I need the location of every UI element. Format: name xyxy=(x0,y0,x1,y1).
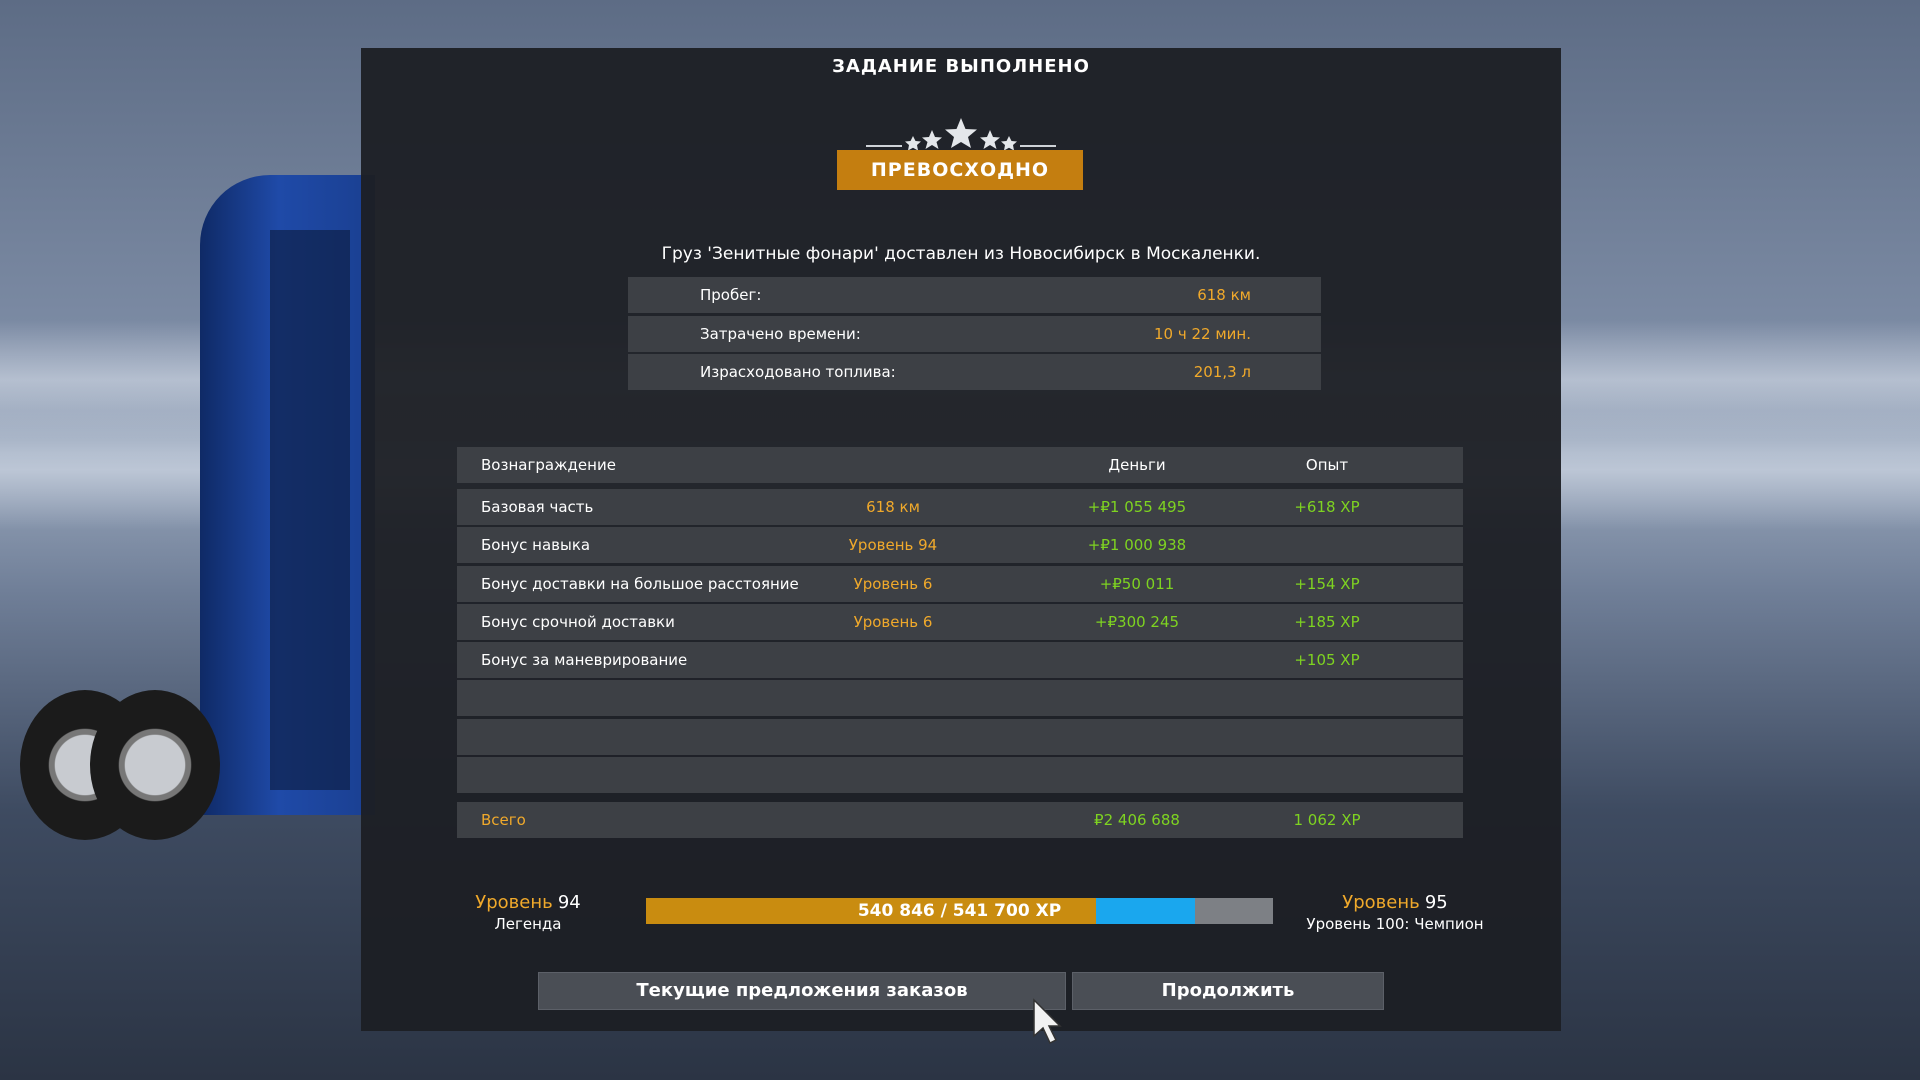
stat-value: 201,3 л xyxy=(1193,363,1251,381)
reward-xp: +154 XP xyxy=(1294,575,1360,593)
total-xp: 1 062 XP xyxy=(1293,811,1361,829)
table-row-empty xyxy=(457,719,1463,755)
job-offers-button[interactable]: Текущие предложения заказов xyxy=(538,972,1066,1010)
current-level: Уровень 94 Легенда xyxy=(470,892,586,933)
truck-wheel xyxy=(90,690,220,840)
truck-window-shadow xyxy=(270,230,350,790)
stat-row-time: Затрачено времени: 10 ч 22 мин. xyxy=(628,316,1321,352)
next-milestone: Уровень 100: Чемпион xyxy=(1306,915,1484,933)
header-money: Деньги xyxy=(1108,456,1166,474)
reward-xp: +185 XP xyxy=(1294,613,1360,631)
header-xp: Опыт xyxy=(1305,456,1349,474)
table-row-total: Всего ₽2 406 688 1 062 XP xyxy=(457,802,1463,838)
reward-name: Бонус за маневрирование xyxy=(481,651,688,669)
stat-value: 618 км xyxy=(1197,286,1251,304)
rating-stars-icon xyxy=(866,118,1056,151)
stat-label: Затрачено времени: xyxy=(700,325,861,343)
stat-label: Пробег: xyxy=(700,286,762,304)
table-row-empty xyxy=(457,757,1463,793)
table-row: Бонус срочной доставки Уровень 6 +₽300 2… xyxy=(457,604,1463,640)
table-row-empty xyxy=(457,680,1463,716)
level-title: Легенда xyxy=(494,915,562,933)
reward-money: +₽1 000 938 xyxy=(1087,536,1187,554)
table-row: Бонус доставки на большое расстояние Уро… xyxy=(457,566,1463,602)
reward-xp: +618 XP xyxy=(1294,498,1360,516)
table-row: Базовая часть 618 км +₽1 055 495 +618 XP xyxy=(457,489,1463,525)
reward-name: Бонус доставки на большое расстояние xyxy=(481,575,799,593)
header-reward: Вознаграждение xyxy=(481,456,616,474)
total-money: ₽2 406 688 xyxy=(1094,811,1180,829)
reward-detail: Уровень 6 xyxy=(853,575,933,593)
stat-value: 10 ч 22 мин. xyxy=(1154,325,1251,343)
stat-row-distance: Пробег: 618 км xyxy=(628,277,1321,313)
reward-name: Базовая часть xyxy=(481,498,594,516)
reward-detail: Уровень 94 xyxy=(848,536,938,554)
reward-detail: 618 км xyxy=(866,498,920,516)
xp-progress-bar: 540 846 / 541 700 XP xyxy=(646,898,1273,924)
table-row: Бонус навыка Уровень 94 +₽1 000 938 xyxy=(457,527,1463,563)
star-icon xyxy=(945,118,977,148)
xp-progress-text: 540 846 / 541 700 XP xyxy=(857,901,1062,921)
level-word: Уровень xyxy=(475,892,553,913)
star-icon xyxy=(1001,136,1017,151)
star-icon xyxy=(922,130,942,149)
reward-money: +₽50 011 xyxy=(1099,575,1175,593)
reward-name: Бонус навыка xyxy=(481,536,591,554)
reward-money: +₽1 055 495 xyxy=(1087,498,1187,516)
rating-badge: ПРЕВОСХОДНО xyxy=(837,150,1083,190)
delivery-summary: Груз 'Зенитные фонари' доставлен из Ново… xyxy=(661,244,1261,264)
stat-row-fuel: Израсходовано топлива: 201,3 л xyxy=(628,354,1321,390)
continue-button[interactable]: Продолжить xyxy=(1072,972,1384,1010)
rewards-table-header: Вознаграждение Деньги Опыт xyxy=(457,447,1463,483)
total-label: Всего xyxy=(481,811,526,829)
reward-detail: Уровень 6 xyxy=(853,613,933,631)
reward-money: +₽300 245 xyxy=(1094,613,1180,631)
level-word: Уровень xyxy=(1342,892,1420,913)
table-row: Бонус за маневрирование +105 XP xyxy=(457,642,1463,678)
level-number: 95 xyxy=(1424,892,1448,913)
next-level: Уровень 95 Уровень 100: Чемпион xyxy=(1300,892,1490,933)
stat-label: Израсходовано топлива: xyxy=(700,363,896,381)
star-icon xyxy=(905,136,921,151)
mouse-cursor-icon xyxy=(1033,998,1062,1045)
reward-name: Бонус срочной доставки xyxy=(481,613,675,631)
dialog-title: ЗАДАНИЕ ВЫПОЛНЕНО xyxy=(832,56,1090,77)
reward-xp: +105 XP xyxy=(1294,651,1360,669)
star-icon xyxy=(980,130,1000,149)
level-number: 94 xyxy=(557,892,581,913)
